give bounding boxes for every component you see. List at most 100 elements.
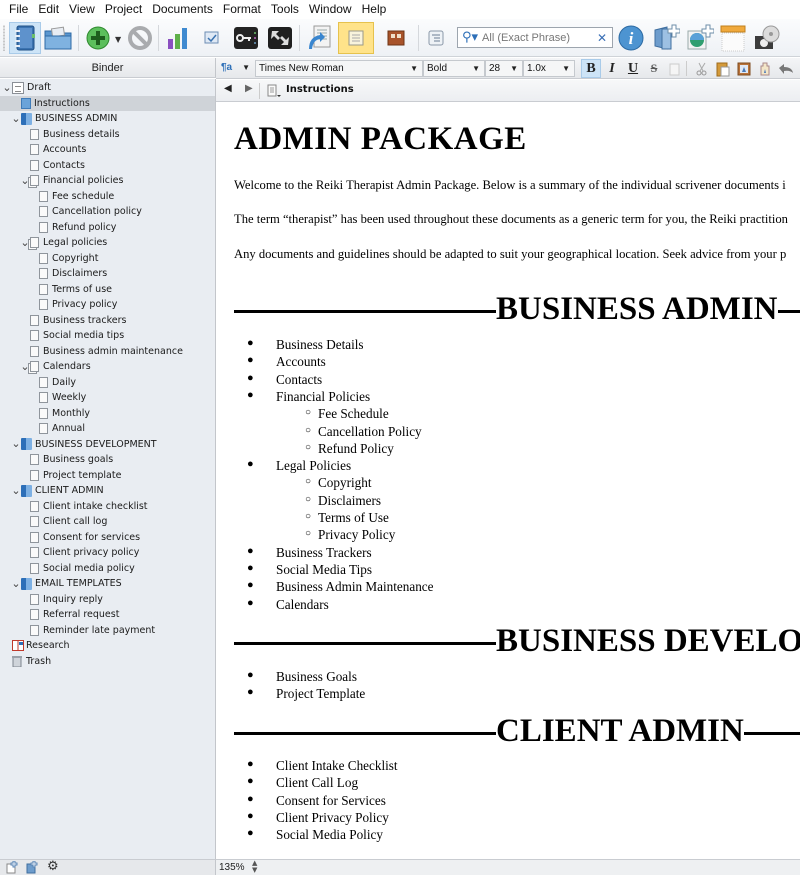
binder-item[interactable]: Fee schedule — [0, 189, 215, 205]
editor-pane[interactable]: ADMIN PACKAGE Welcome to the Reiki Thera… — [217, 103, 800, 859]
italic-button[interactable]: I — [602, 59, 622, 78]
compile-button[interactable] — [303, 22, 335, 54]
binder-item[interactable]: Refund policy — [0, 220, 215, 236]
line-spacing-select[interactable]: 1.0x ▼ — [523, 60, 575, 77]
binder-toggle-button[interactable] — [9, 22, 41, 54]
scrivenings-button[interactable] — [338, 22, 374, 54]
binder-item[interactable]: Social media tips — [0, 328, 215, 344]
underline-button[interactable]: U — [623, 59, 643, 78]
binder-item[interactable]: Referral request — [0, 607, 215, 623]
corkboard-button[interactable] — [376, 22, 416, 54]
menu-format[interactable]: Format — [218, 0, 266, 19]
binder-item[interactable]: Social media policy — [0, 561, 215, 577]
menu-tools[interactable]: Tools — [266, 0, 304, 19]
new-image-button[interactable] — [684, 22, 716, 54]
copy-format-button[interactable] — [664, 59, 684, 78]
chevron-down-icon[interactable]: ⌄ — [11, 485, 21, 496]
settings-gear-icon[interactable]: ⚙ — [47, 859, 59, 874]
chevron-down-icon[interactable]: ⌄ — [11, 438, 21, 449]
binder-item[interactable]: Business details — [0, 127, 215, 143]
binder-item[interactable]: ⌄ BUSINESS DEVELOPMENT — [0, 437, 215, 453]
binder-item[interactable]: Reminder late payment — [0, 623, 215, 639]
binder-item[interactable]: Weekly — [0, 390, 215, 406]
menu-view[interactable]: View — [64, 0, 100, 19]
chevron-down-icon[interactable]: ⌄ — [20, 361, 30, 372]
add-folder-icon[interactable] — [26, 861, 39, 874]
inspector-button[interactable]: i — [615, 22, 647, 54]
chevron-down-icon[interactable]: ⌄ — [20, 237, 30, 248]
forward-arrow-icon[interactable]: ▶ — [245, 83, 253, 94]
search-input[interactable]: All (Exact Phrase) — [478, 32, 597, 44]
menu-project[interactable]: Project — [100, 0, 147, 19]
binder-item[interactable]: Terms of use — [0, 282, 215, 298]
menu-edit[interactable]: Edit — [33, 0, 64, 19]
paste-button[interactable] — [713, 59, 733, 78]
search-field[interactable]: ⚲▾ All (Exact Phrase) ✕ — [457, 27, 613, 48]
checkbox-button[interactable] — [196, 22, 228, 54]
binder-item[interactable]: Trash — [0, 654, 215, 670]
binder-item[interactable]: Research — [0, 638, 215, 654]
snapshot-button[interactable] — [751, 22, 783, 54]
highlight-button[interactable] — [755, 59, 775, 78]
keywords-button[interactable] — [230, 22, 262, 54]
binder-item[interactable]: ⌄ CLIENT ADMIN — [0, 483, 215, 499]
back-arrow-icon[interactable]: ◀ — [224, 83, 232, 94]
search-icon[interactable]: ⚲▾ — [458, 30, 478, 45]
format-bar-toggle-button[interactable] — [717, 22, 749, 54]
binder-item[interactable]: Accounts — [0, 142, 215, 158]
font-size-select[interactable]: 28 ▼ — [485, 60, 523, 77]
cut-button[interactable] — [692, 59, 712, 78]
chevron-down-icon[interactable]: ⌄ — [11, 113, 21, 124]
add-button[interactable] — [82, 22, 114, 54]
binder-item[interactable]: Annual — [0, 421, 215, 437]
menu-help[interactable]: Help — [357, 0, 392, 19]
add-dropdown-arrow[interactable]: ▼ — [115, 35, 121, 44]
menu-window[interactable]: Window — [304, 0, 357, 19]
zoom-level[interactable]: 135% — [219, 862, 245, 873]
binder-item[interactable]: Consent for services — [0, 530, 215, 546]
binder-item[interactable]: ⌄ Legal policies — [0, 235, 215, 251]
binder-item[interactable]: Disclaimers — [0, 266, 215, 282]
binder-item[interactable]: Inquiry reply — [0, 592, 215, 608]
binder-item[interactable]: Privacy policy — [0, 297, 215, 313]
bold-button[interactable]: B — [581, 59, 601, 78]
add-document-icon[interactable] — [6, 861, 19, 874]
fullscreen-button[interactable] — [264, 22, 296, 54]
paragraph-style-button[interactable]: ¶a ▼ — [218, 60, 254, 77]
binder-item[interactable]: ⌄ Calendars — [0, 359, 215, 375]
binder-item[interactable]: ⌄ Financial policies — [0, 173, 215, 189]
binder-item[interactable]: ⌄ BUSINESS ADMIN — [0, 111, 215, 127]
collections-button[interactable] — [42, 22, 74, 54]
binder-item[interactable]: Business trackers — [0, 313, 215, 329]
binder-item[interactable]: Client privacy policy — [0, 545, 215, 561]
binder-item[interactable]: Contacts — [0, 158, 215, 174]
delete-button[interactable] — [124, 22, 156, 54]
chevron-down-icon[interactable]: ⌄ — [2, 82, 12, 93]
binder-item[interactable]: ⌄ EMAIL TEMPLATES — [0, 576, 215, 592]
binder-item[interactable]: Project template — [0, 468, 215, 484]
binder-item[interactable]: Daily — [0, 375, 215, 391]
binder-item[interactable]: Business goals — [0, 452, 215, 468]
binder-item[interactable]: Client intake checklist — [0, 499, 215, 515]
clear-search-icon[interactable]: ✕ — [597, 31, 612, 45]
chevron-down-icon[interactable]: ⌄ — [20, 175, 30, 186]
insert-image-button[interactable] — [734, 59, 754, 78]
outliner-button[interactable] — [420, 22, 452, 54]
binder-item[interactable]: Instructions — [0, 95, 215, 111]
binder-item[interactable]: Copyright — [0, 251, 215, 267]
binder-item[interactable]: ⌄ Draft — [0, 80, 215, 96]
binder-item[interactable]: Business admin maintenance — [0, 344, 215, 360]
toolbar-grip[interactable] — [3, 25, 5, 51]
chevron-down-icon[interactable]: ⌄ — [11, 578, 21, 589]
new-folder-button[interactable] — [650, 22, 682, 54]
undo-button[interactable] — [776, 59, 796, 78]
menu-documents[interactable]: Documents — [147, 0, 218, 19]
menu-file[interactable]: File — [4, 0, 33, 19]
document-menu-icon[interactable] — [267, 84, 281, 98]
font-weight-select[interactable]: Bold ▼ — [423, 60, 485, 77]
binder-item[interactable]: Cancellation policy — [0, 204, 215, 220]
binder-item[interactable]: Client call log — [0, 514, 215, 530]
font-family-select[interactable]: Times New Roman ▼ — [255, 60, 423, 77]
project-targets-button[interactable] — [162, 22, 194, 54]
strikethrough-button[interactable]: S — [644, 59, 664, 78]
